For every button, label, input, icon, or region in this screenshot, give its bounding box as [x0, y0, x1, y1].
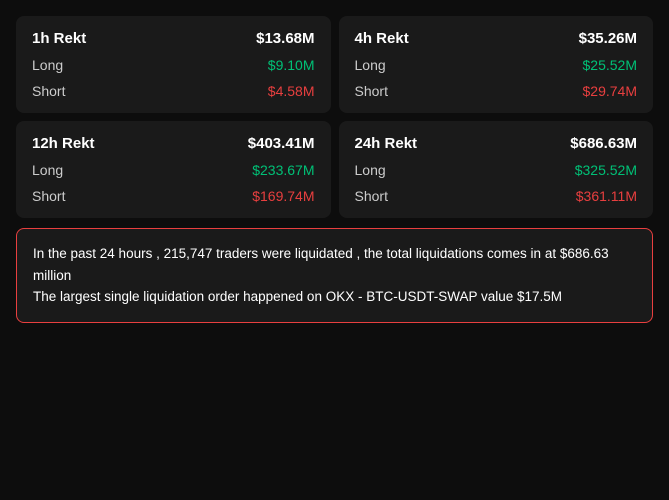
- card-1h-header-label: 1h Rekt: [32, 30, 86, 47]
- card-4h-row-long: Long $25.52M: [355, 57, 638, 73]
- card-1h-header: 1h Rekt $13.68M: [32, 30, 315, 47]
- card-4h-long-label: Long: [355, 57, 386, 73]
- card-1h-short-value: $4.58M: [268, 83, 315, 99]
- cards-grid: 1h Rekt $13.68M Long $9.10M Short $4.58M 4h Re…: [16, 16, 653, 218]
- card-24h-long-value: $325.52M: [575, 162, 637, 178]
- card-4h-header-value: $35.26M: [579, 30, 637, 47]
- card-24h-long-label: Long: [355, 162, 386, 178]
- card-4h-header: 4h Rekt $35.26M: [355, 30, 638, 47]
- summary-text: In the past 24 hours , 215,747 traders w…: [33, 243, 636, 308]
- card-12h-header-label: 12h Rekt: [32, 135, 95, 152]
- card-4h-long-value: $25.52M: [583, 57, 637, 73]
- card-24h-row-short: Short $361.11M: [355, 188, 638, 204]
- card-24h-short-value: $361.11M: [576, 188, 637, 204]
- card-1h: 1h Rekt $13.68M Long $9.10M Short $4.58M: [16, 16, 331, 113]
- card-12h-header: 12h Rekt $403.41M: [32, 135, 315, 152]
- card-12h-header-value: $403.41M: [248, 135, 315, 152]
- card-24h: 24h Rekt $686.63M Long $325.52M Short $361.11…: [339, 121, 654, 218]
- card-1h-header-value: $13.68M: [256, 30, 314, 47]
- card-24h-row-long: Long $325.52M: [355, 162, 638, 178]
- summary-line1: In the past 24 hours , 215,747 traders w…: [33, 246, 609, 283]
- card-4h: 4h Rekt $35.26M Long $25.52M Short $29.74M: [339, 16, 654, 113]
- card-1h-row-short: Short $4.58M: [32, 83, 315, 99]
- card-24h-header-label: 24h Rekt: [355, 135, 418, 152]
- card-12h-short-label: Short: [32, 188, 65, 204]
- card-12h-short-value: $169.74M: [252, 188, 314, 204]
- card-12h: 12h Rekt $403.41M Long $233.67M Short $169.74…: [16, 121, 331, 218]
- card-1h-long-label: Long: [32, 57, 63, 73]
- card-12h-row-short: Short $169.74M: [32, 188, 315, 204]
- card-4h-short-label: Short: [355, 83, 388, 99]
- card-24h-short-label: Short: [355, 188, 388, 204]
- card-1h-row-long: Long $9.10M: [32, 57, 315, 73]
- card-4h-row-short: Short $29.74M: [355, 83, 638, 99]
- card-12h-long-label: Long: [32, 162, 63, 178]
- card-1h-long-value: $9.10M: [268, 57, 315, 73]
- summary-card: In the past 24 hours , 215,747 traders w…: [16, 228, 653, 323]
- card-4h-short-value: $29.74M: [583, 83, 637, 99]
- card-24h-header-value: $686.63M: [570, 135, 637, 152]
- summary-line2: The largest single liquidation order hap…: [33, 289, 562, 304]
- card-12h-row-long: Long $233.67M: [32, 162, 315, 178]
- card-12h-long-value: $233.67M: [252, 162, 314, 178]
- card-4h-header-label: 4h Rekt: [355, 30, 409, 47]
- card-24h-header: 24h Rekt $686.63M: [355, 135, 638, 152]
- card-1h-short-label: Short: [32, 83, 65, 99]
